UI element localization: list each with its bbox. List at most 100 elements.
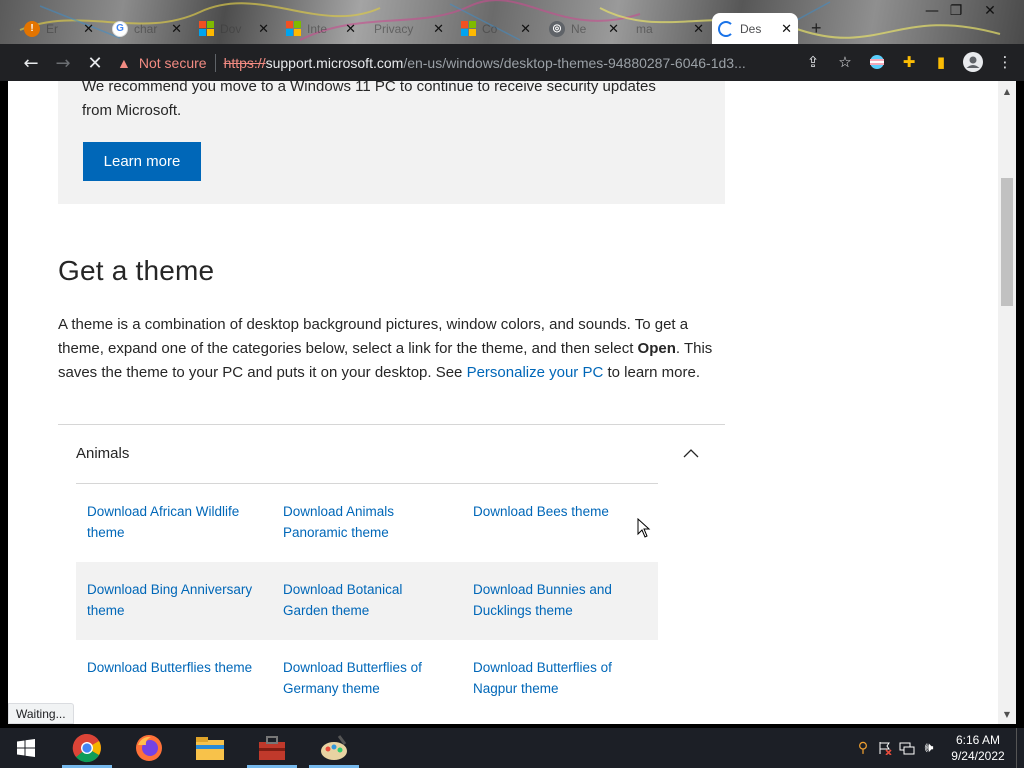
tab-title: Privacy	[374, 21, 414, 36]
tab-active[interactable]: Des ✕	[712, 13, 798, 44]
close-icon[interactable]: ✕	[693, 21, 704, 37]
upgrade-notice: We recommend you move to a Windows 11 PC…	[58, 81, 725, 204]
security-label[interactable]: Not secure	[139, 55, 207, 71]
scroll-up-icon[interactable]: ▲	[998, 83, 1016, 99]
tab-title: Er	[46, 21, 58, 36]
chevron-up-icon[interactable]	[683, 445, 699, 461]
theme-link[interactable]: Download Bing Anniversary theme	[76, 579, 272, 640]
intro-bold: Open	[637, 340, 676, 357]
close-icon[interactable]: ✕	[520, 21, 531, 37]
stop-button[interactable]: ✕	[80, 48, 110, 78]
close-icon[interactable]: ✕	[608, 21, 619, 37]
tab-2[interactable]: G char ✕	[106, 13, 188, 44]
stop-icon: ✕	[87, 52, 103, 74]
extension-flag-icon[interactable]	[866, 48, 888, 76]
microsoft-icon	[199, 21, 214, 36]
arrow-right-icon: →	[55, 52, 71, 74]
tab-5[interactable]: Privacy ✕	[368, 13, 450, 44]
close-icon[interactable]: ✕	[83, 21, 94, 37]
theme-link[interactable]: Download Bees theme	[462, 501, 658, 562]
theme-link[interactable]: Download Butterflies of Germany theme	[272, 657, 462, 718]
microsoft-icon	[286, 21, 301, 36]
url-text[interactable]: https://support.microsoft.com/en-us/wind…	[224, 55, 746, 71]
close-window-button[interactable]: ✕	[978, 2, 1002, 20]
browser-toolbar: ← → ✕ ▲ Not secure https://support.micro…	[0, 44, 1024, 81]
share-icon[interactable]: ⇪	[802, 48, 824, 76]
table-row: Download African Wildlife theme Download…	[76, 484, 658, 562]
tab-title: Inte	[307, 21, 328, 36]
taskbar-toolbox-app[interactable]	[243, 728, 301, 768]
tab-title: char	[134, 21, 158, 36]
minimize-button[interactable]: —	[920, 2, 944, 20]
paint-icon	[321, 735, 347, 760]
close-icon[interactable]: ✕	[258, 21, 269, 37]
tab-title: Dov	[220, 21, 242, 36]
scrollbar-thumb[interactable]	[1001, 178, 1013, 306]
tab-8[interactable]: ma ✕	[630, 13, 710, 44]
taskbar: ⚲ 🕪 6:16 AM 9/24/2022	[0, 728, 1024, 768]
scroll-down-icon[interactable]: ▼	[998, 706, 1016, 722]
tab-7[interactable]: ◎ Ne ✕	[543, 13, 625, 44]
close-icon[interactable]: ✕	[345, 21, 356, 37]
start-button[interactable]	[0, 728, 52, 768]
toolbar-actions: ⇪ ☆ ✚ ▮ ⋮	[802, 48, 1016, 76]
forward-button[interactable]: →	[48, 48, 78, 78]
tab-1[interactable]: ! Er ✕	[18, 13, 100, 44]
theme-link[interactable]: Download African Wildlife theme	[76, 501, 272, 562]
url-scheme: https://	[223, 54, 266, 71]
theme-link[interactable]: Download Botanical Garden theme	[272, 579, 462, 640]
taskbar-chrome[interactable]	[58, 728, 116, 768]
taskbar-firefox[interactable]	[120, 728, 178, 768]
chrome-icon	[72, 733, 101, 763]
show-desktop-button[interactable]	[1016, 728, 1024, 768]
network-icon[interactable]	[896, 728, 918, 768]
theme-link[interactable]: Download Butterflies of Nagpur theme	[462, 657, 658, 718]
google-icon: G	[112, 20, 128, 37]
clock[interactable]: 6:16 AM 9/24/2022	[940, 732, 1016, 764]
tab-4[interactable]: Inte ✕	[280, 13, 362, 44]
windows-logo-icon	[17, 739, 35, 757]
new-tab-button[interactable]: +	[805, 13, 833, 44]
extensions-puzzle-icon[interactable]: ✚	[898, 48, 920, 76]
theme-link[interactable]: Download Bunnies and Ducklings theme	[462, 579, 658, 640]
taskbar-paint-app[interactable]	[305, 728, 363, 768]
learn-more-button[interactable]: Learn more	[83, 142, 201, 181]
profile-avatar-icon[interactable]	[962, 48, 984, 76]
taskbar-file-explorer[interactable]	[181, 728, 239, 768]
theme-link[interactable]: Download Animals Panoramic theme	[272, 501, 462, 562]
action-center-flag-icon[interactable]	[874, 728, 896, 768]
tab-strip: ! Er ✕ G char ✕ Dov ✕ Inte ✕ Privacy ✕ C…	[0, 0, 1024, 44]
status-bubble: Waiting...	[8, 703, 74, 724]
volume-icon[interactable]: 🕪	[918, 728, 940, 768]
url-host: support.microsoft.com	[265, 54, 404, 71]
microsoft-icon	[461, 21, 476, 36]
section-title: Get a theme	[58, 255, 215, 286]
close-icon[interactable]: ✕	[781, 21, 792, 37]
close-icon[interactable]: ✕	[433, 21, 444, 37]
bookmark-star-icon[interactable]: ☆	[834, 48, 856, 76]
personalize-link[interactable]: Personalize your PC	[467, 364, 604, 381]
side-panel-icon[interactable]: ▮	[930, 48, 952, 76]
theme-link[interactable]: Download Butterflies theme	[76, 657, 272, 718]
vertical-scrollbar[interactable]: ▲ ▼	[998, 81, 1016, 724]
search-magnifier-icon[interactable]: ⚲	[852, 728, 874, 768]
close-icon[interactable]: ✕	[171, 21, 182, 37]
mouse-cursor-icon	[637, 518, 651, 538]
arrow-left-icon: ←	[23, 52, 39, 74]
system-tray: ⚲ 🕪 6:16 AM 9/24/2022	[852, 728, 1024, 768]
tab-3[interactable]: Dov ✕	[193, 13, 275, 44]
address-bar[interactable]: ▲ Not secure https://support.microsoft.c…	[117, 48, 807, 77]
accordion-title: Animals	[76, 445, 130, 462]
separator	[214, 53, 216, 72]
folder-icon	[196, 737, 224, 760]
warning-icon: ▲	[117, 54, 131, 71]
clock-date: 9/24/2022	[951, 749, 1005, 763]
page-content: We recommend you move to a Windows 11 PC…	[8, 81, 998, 724]
maximize-button[interactable]: ❐	[944, 2, 968, 20]
back-button[interactable]: ←	[16, 48, 46, 78]
theme-links-grid: Download African Wildlife theme Download…	[76, 484, 658, 718]
accordion-animals[interactable]: Animals	[58, 425, 725, 482]
menu-kebab-icon[interactable]: ⋮	[994, 48, 1016, 76]
table-row: Download Bing Anniversary theme Download…	[76, 562, 658, 640]
tab-6[interactable]: Co ✕	[455, 13, 537, 44]
